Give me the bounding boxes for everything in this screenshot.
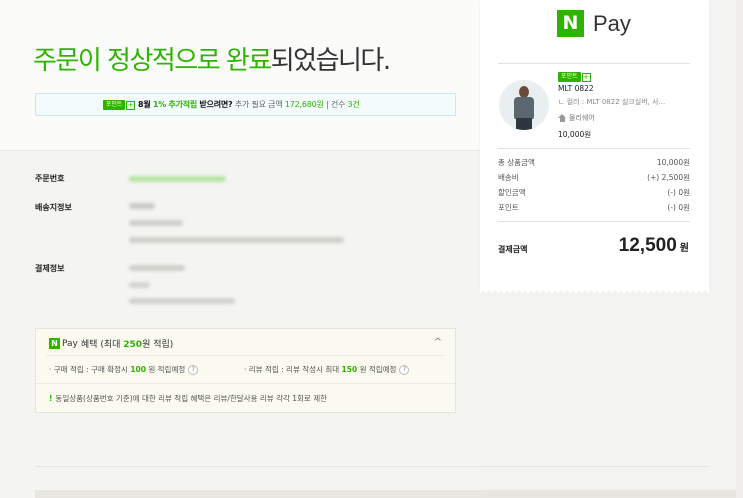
payment-label: 결제정보: [35, 264, 65, 273]
product-plus-icon: +: [581, 72, 591, 82]
benefit-max-prefix: (최대: [100, 340, 121, 350]
benefit-max-value: 250: [123, 340, 143, 350]
total-amount-value: 12,500: [618, 235, 677, 256]
promo-rate-text: 추가적립: [168, 100, 198, 109]
npay-benefit-header: N Pay 혜택 (최대 250원 적립): [49, 337, 173, 350]
total-amount: 12,500 원: [619, 235, 689, 257]
summary-label: 배송비: [498, 173, 519, 182]
point-badge: 포인트 +: [103, 100, 135, 110]
promo-count-value: 3건: [347, 100, 360, 109]
summary-row-point: 포인트 (-) 0원: [498, 202, 690, 213]
review-help-icon[interactable]: ?: [399, 364, 410, 375]
phone-blurred: [129, 220, 183, 226]
benefit-title-text: 혜택: [80, 340, 98, 350]
shop-name: 몰리쉐어: [569, 114, 595, 122]
product-image[interactable]: [499, 80, 549, 130]
product-point-tag: 포인트: [558, 72, 581, 82]
summary-value: (-) 0원: [667, 188, 690, 197]
recipient-blurred: [129, 203, 155, 209]
page-title-highlight: 주문이 정상적으로 완료: [33, 46, 272, 76]
promo-month: 8월: [138, 100, 151, 109]
purchase-reward-suffix: 원 적립예정: [148, 365, 186, 374]
shipping-label: 배송지정보: [35, 203, 72, 212]
total-amount-label: 결제금액: [498, 245, 528, 254]
summary-row-discount: 할인금액 (-) 0원: [498, 187, 690, 198]
product-price: 10,000원: [558, 130, 592, 139]
promo-divider: |: [326, 100, 329, 109]
address-blurred: [129, 237, 344, 243]
summary-value: 10,000원: [656, 158, 690, 167]
npay-n-icon: N: [557, 10, 584, 37]
plus-icon: +: [125, 100, 135, 110]
payment-date-blurred: [129, 298, 235, 304]
page-title: 주문이 정상적으로 완료되었습니다.: [33, 40, 391, 77]
review-reward-value: 150: [341, 365, 358, 374]
benefit-max-suffix: 원 적립): [142, 340, 174, 350]
point-tag: 포인트: [103, 100, 125, 110]
page-edge: [736, 0, 743, 498]
review-reward-suffix: 원 적립예정: [359, 365, 397, 374]
bottom-divider: [35, 466, 710, 467]
npay-pay-text: Pay: [593, 10, 631, 36]
promo-rate: 1%: [152, 100, 167, 109]
order-number-label: 주문번호: [35, 174, 65, 183]
section-divider: [0, 150, 482, 151]
shop-link[interactable]: 몰리쉐어: [558, 113, 595, 123]
npay-logo: N Pay: [557, 10, 631, 37]
promo-required-amount: 172,680원: [284, 100, 324, 109]
product-name[interactable]: MLT 0822: [558, 84, 594, 93]
purchase-help-icon[interactable]: ?: [188, 364, 199, 375]
payment-receipt: N Pay 포인트 + MLT 0822 ㄴ 컬러 : MLT 0822 실크실버…: [480, 0, 709, 290]
home-icon: [558, 114, 567, 122]
benefit-title: 혜택 (최대 250원 적립): [81, 337, 173, 350]
summary-row-shipping: 배송비 (+) 2,500원: [498, 172, 690, 183]
product-option: ㄴ 컬러 : MLT 0822 실크실버, 사...: [558, 98, 666, 106]
summary-label: 할인금액: [498, 188, 526, 197]
notice-icon: !: [49, 394, 53, 403]
summary-row-total-product: 총 상품금액 10,000원: [498, 157, 690, 168]
review-reward-row: · 리뷰 적립 : 리뷰 작성시 최대 150 원 적립예정 ?: [244, 364, 410, 375]
npay-benefit-box: N Pay 혜택 (최대 250원 적립) ^ · 구매 적립 : 구매 확정시…: [35, 328, 456, 413]
review-reward-label: · 리뷰 적립 : 리뷰 작성시 최대: [244, 365, 340, 374]
summary-label: 포인트: [498, 203, 519, 212]
bottom-strip: [35, 490, 743, 498]
collapse-chevron-icon[interactable]: ^: [434, 337, 442, 348]
product-point-badge: 포인트 +: [558, 72, 591, 82]
purchase-reward-row: · 구매 적립 : 구매 확정시 100 원 적립예정 ?: [49, 364, 199, 375]
summary-value: (-) 0원: [667, 203, 690, 212]
order-number-blurred: [129, 176, 226, 182]
promo-text: 8월 1% 추가적립 받으려면? 추가 필요 금액 172,680원 | 건수 …: [138, 99, 360, 110]
purchase-reward-label: · 구매 적립 : 구매 확정시: [49, 365, 128, 374]
promo-required-label: 추가 필요 금액: [234, 100, 283, 109]
payment-method-blurred: [129, 265, 185, 271]
purchase-reward-value: 100: [130, 365, 146, 374]
npay-logo-text: Pay: [62, 338, 78, 349]
summary-value: (+) 2,500원: [647, 173, 690, 182]
summary-label: 총 상품금액: [498, 158, 535, 167]
review-limit-text: 동일상품(상품번호 기준)에 대한 리뷰 적립 혜택은 리뷰/한달사용 리뷰 각…: [55, 394, 328, 403]
page-title-rest: 되었습니다.: [270, 46, 391, 76]
promo-count-label: 건수: [330, 100, 346, 109]
review-limit-note: ! 동일상품(상품번호 기준)에 대한 리뷰 적립 혜택은 리뷰/한달사용 리뷰 …: [49, 393, 327, 404]
receipt-torn-edge: [480, 286, 709, 294]
total-amount-unit: 원: [679, 243, 689, 254]
point-promo-banner[interactable]: 포인트 + 8월 1% 추가적립 받으려면? 추가 필요 금액 172,680원 …: [35, 93, 456, 116]
promo-suffix: 받으려면?: [199, 100, 233, 109]
payment-detail-blurred: [129, 282, 150, 288]
npay-logo-icon: N: [49, 338, 60, 349]
